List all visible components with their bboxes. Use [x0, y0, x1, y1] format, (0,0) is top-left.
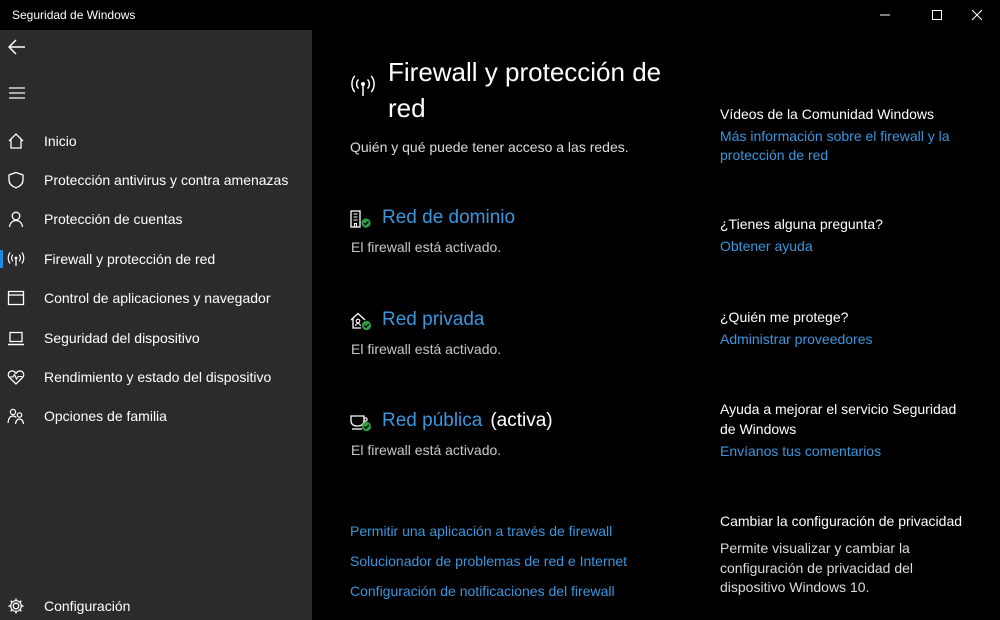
sidebar-item-label: Rendimiento y estado del dispositivo: [44, 369, 272, 385]
privacy-section: Cambiar la configuración de privacidad P…: [720, 511, 970, 598]
antenna-icon: [7, 252, 25, 266]
page-title: Firewall y protección de red: [388, 57, 662, 123]
private-network-icon: [350, 312, 372, 331]
person-icon: [8, 211, 24, 228]
sidebar-item-aplicaciones[interactable]: Control de aplicaciones y navegador: [0, 280, 312, 316]
menu-button[interactable]: [4, 80, 30, 106]
main-content: Firewall y protección de red Quién y qué…: [312, 30, 1000, 620]
community-section: Vídeos de la Comunidad Windows Más infor…: [720, 104, 970, 165]
antenna-icon: [351, 75, 375, 96]
close-button[interactable]: [954, 0, 1000, 30]
maximize-icon: [932, 10, 942, 20]
protect-heading: ¿Quién me protege?: [720, 309, 849, 325]
close-icon: [971, 9, 983, 21]
privacy-text: Permite visualizar y cambiar la configur…: [720, 540, 914, 595]
browser-window-icon: [7, 290, 25, 306]
sidebar: Inicio Protección antivirus y contra ame…: [0, 30, 312, 620]
send-feedback-link[interactable]: Envíanos tus comentarios: [720, 442, 970, 461]
sidebar-item-label: Configuración: [44, 598, 131, 614]
sidebar-item-label: Control de aplicaciones y navegador: [44, 290, 271, 306]
allow-app-link[interactable]: Permitir una aplicación a través de fire…: [350, 523, 627, 553]
laptop-icon: [8, 331, 24, 346]
privacy-heading: Cambiar la configuración de privacidad: [720, 513, 963, 529]
get-help-link[interactable]: Obtener ayuda: [720, 237, 970, 256]
sidebar-item-configuracion[interactable]: Configuración: [0, 588, 312, 620]
improve-heading: Ayuda a mejorar el servicio Seguridad de…: [720, 401, 957, 437]
sidebar-item-label: Firewall y protección de red: [44, 251, 216, 267]
sidebar-item-label: Protección de cuentas: [44, 211, 183, 227]
back-button[interactable]: [4, 34, 30, 60]
question-section: ¿Tienes alguna pregunta? Obtener ayuda: [720, 214, 970, 256]
notification-settings-link[interactable]: Configuración de notificaciones del fire…: [350, 583, 627, 613]
minimize-button[interactable]: [862, 0, 908, 30]
sidebar-item-familia[interactable]: Opciones de familia: [0, 398, 312, 434]
network-status: El firewall está activado.: [351, 341, 502, 357]
sidebar-item-label: Opciones de familia: [44, 408, 167, 424]
sidebar-item-cuentas[interactable]: Protección de cuentas: [0, 201, 312, 237]
community-link[interactable]: Más información sobre el firewall y la p…: [720, 127, 970, 165]
sidebar-item-antivirus[interactable]: Protección antivirus y contra amenazas: [0, 162, 312, 198]
window-title: Seguridad de Windows: [12, 8, 136, 22]
network-name-link[interactable]: Red pública: [382, 410, 482, 431]
network-name-link[interactable]: Red privada: [382, 309, 484, 331]
shield-icon: [8, 171, 24, 189]
minimize-icon: [880, 14, 890, 16]
protect-section: ¿Quién me protege? Administrar proveedor…: [720, 307, 970, 349]
community-heading: Vídeos de la Comunidad Windows: [720, 106, 935, 122]
sidebar-item-label: Protección antivirus y contra amenazas: [44, 172, 289, 188]
sidebar-item-inicio[interactable]: Inicio: [0, 123, 312, 159]
page-subtitle: Quién y qué puede tener acceso a las red…: [350, 139, 629, 155]
troubleshooter-link[interactable]: Solucionador de problemas de red e Inter…: [350, 553, 627, 583]
back-arrow-icon: [8, 39, 25, 55]
hamburger-icon: [9, 87, 25, 99]
manage-providers-link[interactable]: Administrar proveedores: [720, 330, 970, 349]
public-network-icon: [350, 415, 372, 432]
family-icon: [7, 408, 25, 425]
firewall-links: Permitir una aplicación a través de fire…: [350, 523, 627, 613]
sidebar-item-rendimiento[interactable]: Rendimiento y estado del dispositivo: [0, 359, 312, 395]
sidebar-item-dispositivo[interactable]: Seguridad del dispositivo: [0, 320, 312, 356]
network-status: El firewall está activado.: [351, 239, 502, 255]
heart-pulse-icon: [7, 370, 25, 385]
active-network-label: (activa): [490, 410, 553, 431]
sidebar-item-label: Inicio: [44, 133, 77, 149]
home-icon: [8, 133, 24, 149]
gear-icon: [8, 598, 24, 614]
title-bar: Seguridad de Windows: [0, 0, 1000, 30]
network-name-link[interactable]: Red de dominio: [382, 207, 515, 229]
sidebar-item-label: Seguridad del dispositivo: [44, 330, 200, 346]
improve-section: Ayuda a mejorar el servicio Seguridad de…: [720, 399, 970, 461]
question-heading: ¿Tienes alguna pregunta?: [720, 216, 883, 232]
network-name-row: Red pública (activa): [382, 410, 553, 432]
domain-network-icon: [350, 210, 371, 228]
network-status: El firewall está activado.: [351, 442, 502, 458]
sidebar-item-firewall[interactable]: Firewall y protección de red: [0, 241, 312, 277]
